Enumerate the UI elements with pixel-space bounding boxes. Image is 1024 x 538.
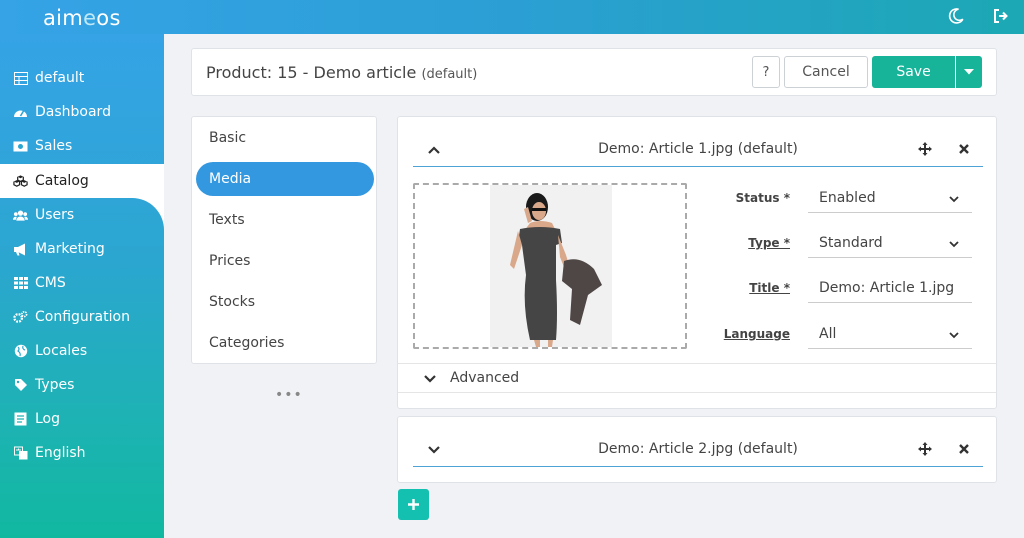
status-select[interactable]: Enabled bbox=[808, 183, 972, 213]
sidebar-item-label: Users bbox=[35, 207, 75, 223]
caret-down-icon bbox=[964, 69, 974, 75]
cancel-button[interactable]: Cancel bbox=[784, 56, 868, 88]
grid-icon bbox=[13, 276, 28, 291]
table-icon bbox=[13, 71, 28, 86]
sidebar-item-dashboard[interactable]: Dashboard bbox=[0, 95, 164, 129]
language-icon bbox=[13, 446, 28, 461]
sidebar-item-locales[interactable]: Locales bbox=[0, 334, 164, 368]
media-item-1: Demo: Article 1.jpg (default) Status * E… bbox=[397, 116, 997, 409]
advanced-label: Advanced bbox=[450, 370, 520, 386]
sidebar-item-label: Dashboard bbox=[35, 104, 111, 120]
money-icon bbox=[13, 139, 28, 154]
tab-media[interactable]: Media bbox=[196, 162, 374, 196]
product-header: Product: 15 - Demo article (default) ? C… bbox=[191, 48, 997, 96]
globe-icon bbox=[13, 344, 28, 359]
status-label: Status * bbox=[735, 191, 790, 205]
cogs-icon bbox=[13, 310, 28, 325]
chevron-down-icon bbox=[424, 375, 436, 383]
file-icon bbox=[13, 412, 28, 427]
close-icon[interactable] bbox=[958, 443, 970, 455]
tag-icon bbox=[13, 378, 28, 393]
save-dropdown-button[interactable] bbox=[956, 56, 982, 88]
sidebar: default Dashboard Sales Catalog Users Ma… bbox=[0, 34, 164, 538]
tab-prices[interactable]: Prices bbox=[196, 244, 374, 278]
language-value: All bbox=[819, 325, 837, 342]
close-icon[interactable] bbox=[958, 143, 970, 155]
add-media-button[interactable] bbox=[398, 489, 429, 520]
media-item-2: Demo: Article 2.jpg (default) bbox=[397, 416, 997, 483]
status-value: Enabled bbox=[819, 189, 876, 206]
media-item-title: Demo: Article 2.jpg (default) bbox=[598, 441, 798, 457]
sidebar-item-label: Marketing bbox=[35, 241, 105, 257]
sidebar-item-types[interactable]: Types bbox=[0, 368, 164, 402]
sidebar-item-label: Types bbox=[35, 377, 75, 393]
advanced-toggle[interactable]: Advanced bbox=[398, 363, 996, 393]
chevron-down-icon bbox=[949, 196, 959, 203]
page-title-text: Product: 15 - Demo article bbox=[206, 63, 417, 82]
sidebar-item-label: Configuration bbox=[35, 309, 130, 325]
type-select[interactable]: Standard bbox=[808, 228, 972, 258]
help-button[interactable]: ? bbox=[752, 56, 780, 88]
page-title-suffix: (default) bbox=[421, 67, 478, 82]
tab-stocks[interactable]: Stocks bbox=[196, 285, 374, 319]
sidebar-item-marketing[interactable]: Marketing bbox=[0, 232, 164, 266]
page-title: Product: 15 - Demo article (default) bbox=[206, 63, 477, 82]
language-select[interactable]: All bbox=[808, 319, 972, 349]
sidebar-item-label: Catalog bbox=[35, 173, 89, 189]
sidebar-item-sales[interactable]: Sales bbox=[0, 129, 164, 163]
logout-icon[interactable] bbox=[991, 6, 1011, 26]
bullhorn-icon bbox=[13, 242, 28, 257]
title-value: Demo: Article 1.jpg bbox=[819, 279, 955, 296]
sidebar-item-default[interactable]: default bbox=[0, 61, 164, 95]
dashboard-icon bbox=[13, 105, 28, 120]
language-label[interactable]: Language bbox=[650, 327, 790, 341]
product-tabs: Basic Media Texts Prices Stocks Categori… bbox=[191, 116, 377, 364]
tab-categories[interactable]: Categories bbox=[196, 326, 374, 360]
save-button[interactable]: Save bbox=[872, 56, 955, 88]
cubes-icon bbox=[13, 174, 28, 189]
chevron-down-icon bbox=[949, 332, 959, 339]
sidebar-item-configuration[interactable]: Configuration bbox=[0, 300, 164, 334]
media-preview-image bbox=[490, 185, 612, 347]
sidebar-item-cms[interactable]: CMS bbox=[0, 266, 164, 300]
dark-mode-moon-icon[interactable] bbox=[946, 6, 966, 26]
plus-icon bbox=[408, 499, 419, 510]
sidebar-item-label: Sales bbox=[35, 138, 73, 154]
tab-texts[interactable]: Texts bbox=[196, 203, 374, 237]
move-icon[interactable] bbox=[918, 442, 932, 456]
media-item-header[interactable]: Demo: Article 1.jpg (default) bbox=[413, 133, 983, 167]
sidebar-item-catalog[interactable]: Catalog bbox=[0, 164, 164, 198]
sidebar-item-label: CMS bbox=[35, 275, 66, 291]
sidebar-item-users[interactable]: Users bbox=[0, 198, 164, 232]
title-label[interactable]: Title * bbox=[650, 281, 790, 295]
type-value: Standard bbox=[819, 234, 883, 251]
type-label[interactable]: Type * bbox=[650, 236, 790, 250]
sidebar-item-label: default bbox=[35, 70, 85, 86]
sidebar-item-english[interactable]: English bbox=[0, 436, 164, 470]
media-item-title: Demo: Article 1.jpg (default) bbox=[598, 141, 798, 157]
sidebar-item-label: Locales bbox=[35, 343, 88, 359]
media-item-header[interactable]: Demo: Article 2.jpg (default) bbox=[413, 433, 983, 467]
move-icon[interactable] bbox=[918, 142, 932, 156]
sidebar-item-label: English bbox=[35, 445, 86, 461]
more-tabs-button[interactable]: ••• bbox=[275, 387, 303, 403]
sidebar-item-label: Log bbox=[35, 411, 61, 427]
users-icon bbox=[13, 208, 28, 223]
tab-basic[interactable]: Basic bbox=[196, 121, 374, 155]
title-input[interactable]: Demo: Article 1.jpg bbox=[808, 273, 972, 303]
image-dropzone[interactable] bbox=[413, 183, 687, 349]
top-bar: aimeos bbox=[0, 0, 1024, 34]
chevron-down-icon bbox=[949, 241, 959, 248]
aimeos-logo[interactable]: aimeos bbox=[43, 6, 121, 30]
sidebar-item-log[interactable]: Log bbox=[0, 402, 164, 436]
